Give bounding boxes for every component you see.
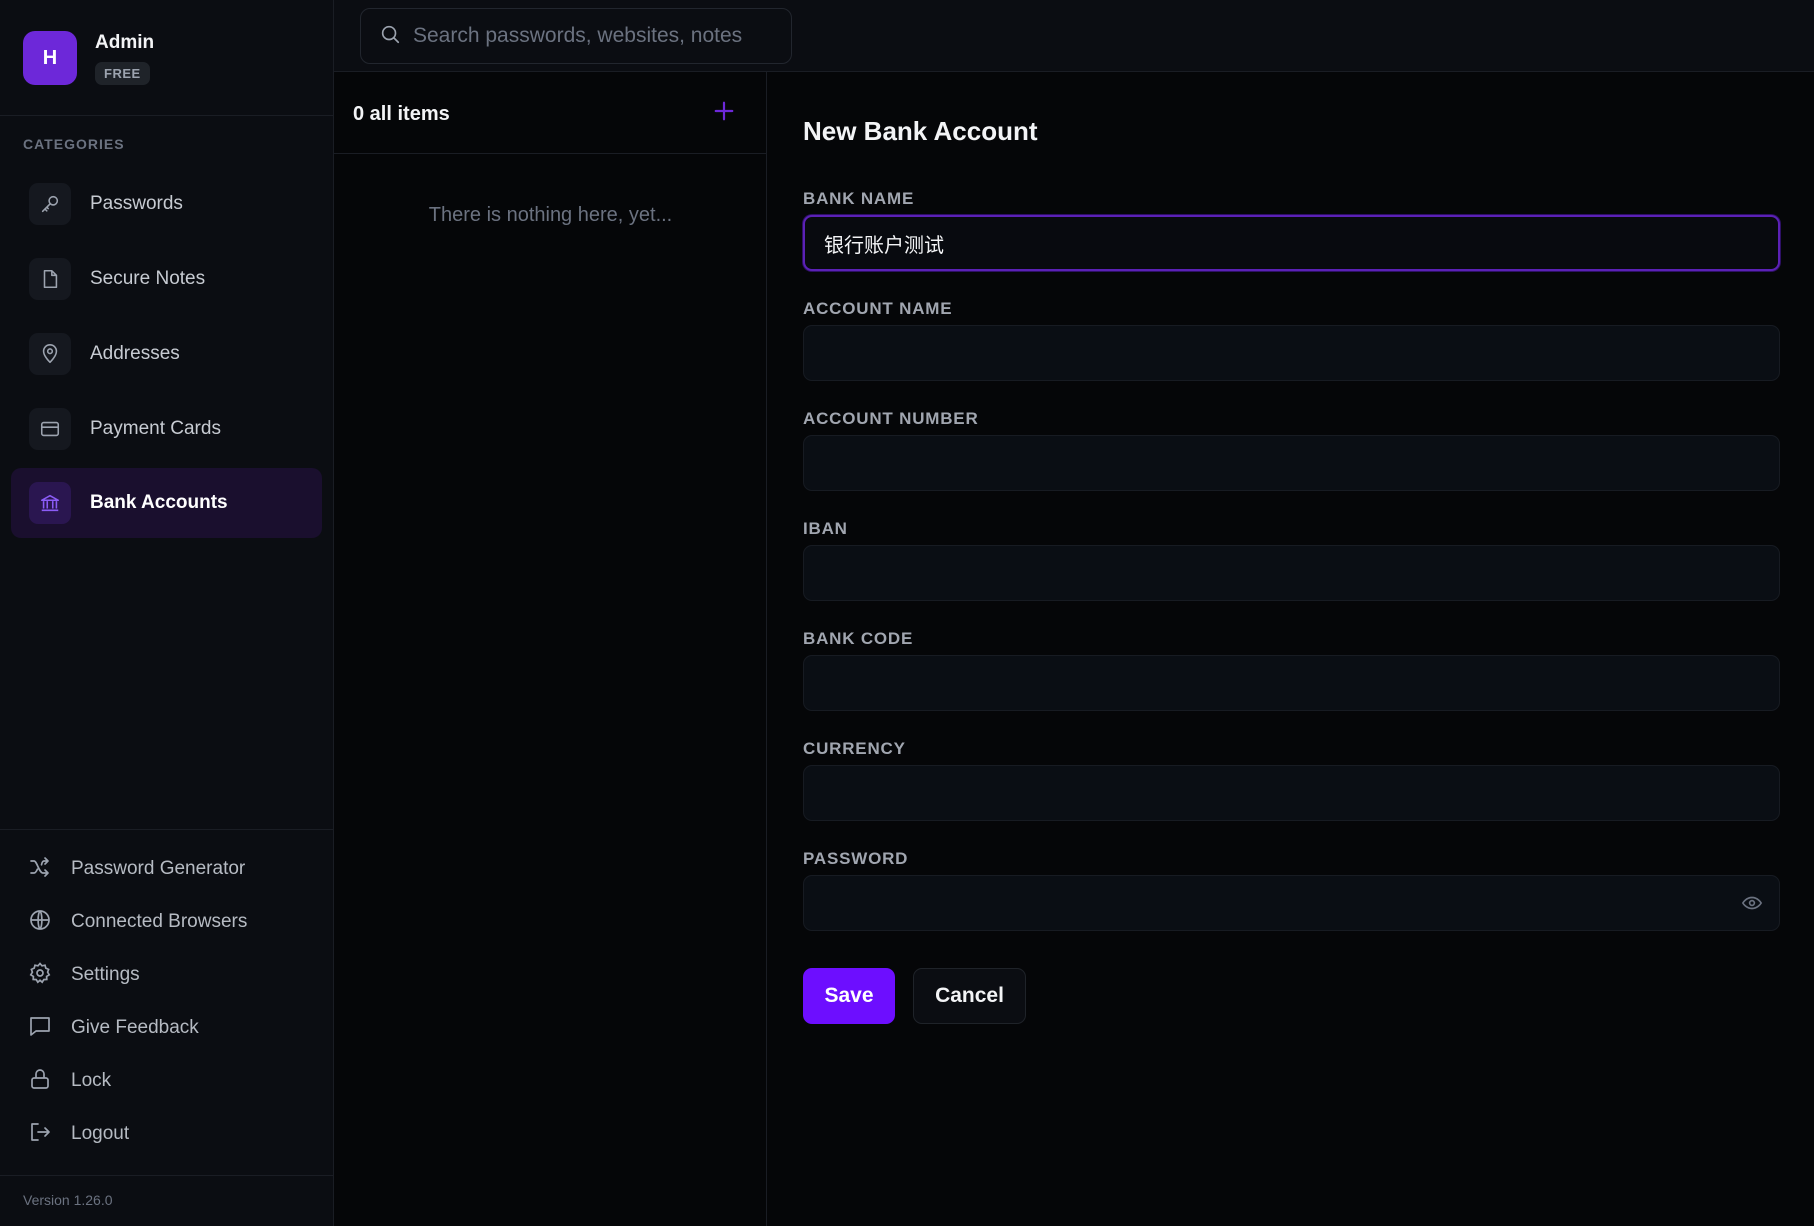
version-label: Version 1.26.0 (23, 1192, 113, 1208)
sidebar-item-give-feedback[interactable]: Give Feedback (28, 1012, 199, 1044)
account-number-label: ACCOUNT NUMBER (803, 409, 979, 428)
sidebar-item-label: Secure Notes (90, 268, 206, 289)
form-title: New Bank Account (803, 116, 1038, 146)
sidebar-item-logout[interactable]: Logout (28, 1118, 129, 1150)
sidebar-item-label: Addresses (90, 343, 180, 364)
sidebar: H Admin FREE CATEGORIES Passwords Secure… (0, 0, 334, 1226)
globe-icon (28, 908, 52, 937)
currency-field[interactable] (803, 765, 1780, 821)
iban-field[interactable] (803, 545, 1780, 601)
eye-icon[interactable] (1741, 892, 1763, 919)
currency-label: CURRENCY (803, 739, 906, 758)
sidebar-item-label: Password Generator (71, 858, 246, 879)
bank-code-label: BANK CODE (803, 629, 914, 648)
account-name-input[interactable] (823, 341, 1723, 365)
profile-info: Admin FREE (95, 32, 154, 85)
items-list-panel: 0 all items There is nothing here, yet..… (334, 72, 767, 1226)
search-box[interactable] (360, 8, 792, 64)
map-pin-icon (29, 333, 71, 375)
message-icon (28, 1014, 52, 1043)
sidebar-item-connected-browsers[interactable]: Connected Browsers (28, 906, 247, 938)
avatar[interactable]: H (23, 31, 77, 85)
sidebar-item-label: Payment Cards (90, 418, 221, 439)
bank-name-label: BANK NAME (803, 189, 915, 208)
note-icon (29, 258, 71, 300)
account-number-field[interactable] (803, 435, 1780, 491)
list-header: 0 all items (334, 72, 766, 154)
sidebar-item-label: Logout (71, 1123, 130, 1144)
sidebar-item-label: Connected Browsers (71, 911, 248, 932)
top-bar (334, 0, 1814, 72)
divider (0, 1175, 334, 1176)
sidebar-item-payment-cards[interactable]: Payment Cards (11, 394, 322, 464)
gear-icon (28, 961, 52, 990)
bank-icon (29, 482, 71, 524)
account-name-label: ACCOUNT NAME (803, 299, 953, 318)
lock-icon (28, 1067, 52, 1096)
shuffle-icon (28, 855, 52, 884)
bank-code-input[interactable] (823, 671, 1723, 695)
account-name-field[interactable] (803, 325, 1780, 381)
password-label: PASSWORD (803, 849, 909, 868)
items-count: 0 all items (353, 103, 450, 125)
save-button[interactable]: Save (803, 968, 895, 1024)
empty-state-text: There is nothing here, yet... (428, 204, 673, 226)
add-item-button[interactable] (710, 99, 738, 127)
iban-input[interactable] (823, 561, 1723, 585)
search-icon (379, 23, 401, 50)
profile[interactable]: H Admin FREE (23, 31, 154, 85)
sidebar-item-label: Passwords (90, 193, 183, 214)
cancel-button[interactable]: Cancel (913, 968, 1026, 1024)
iban-label: IBAN (803, 519, 848, 538)
bank-name-input[interactable] (824, 231, 1724, 255)
sidebar-item-bank-accounts[interactable]: Bank Accounts (11, 468, 322, 538)
sidebar-item-label: Bank Accounts (90, 492, 228, 513)
sidebar-item-label: Settings (71, 964, 140, 985)
credit-card-icon (29, 408, 71, 450)
password-input[interactable] (823, 891, 1723, 915)
sidebar-item-lock[interactable]: Lock (28, 1065, 111, 1097)
sidebar-item-settings[interactable]: Settings (28, 959, 140, 991)
profile-name: Admin (95, 31, 155, 53)
sidebar-item-addresses[interactable]: Addresses (11, 319, 322, 389)
bank-code-field[interactable] (803, 655, 1780, 711)
sidebar-item-label: Give Feedback (71, 1017, 199, 1038)
bank-name-field[interactable] (803, 215, 1780, 271)
sidebar-item-label: Lock (71, 1070, 112, 1091)
currency-input[interactable] (823, 781, 1723, 805)
key-icon (29, 183, 71, 225)
logout-icon (28, 1120, 52, 1149)
sidebar-item-secure-notes[interactable]: Secure Notes (11, 244, 322, 314)
sidebar-item-passwords[interactable]: Passwords (11, 169, 322, 239)
account-number-input[interactable] (823, 451, 1723, 475)
categories-heading: CATEGORIES (23, 136, 125, 152)
plus-icon (713, 100, 735, 127)
plan-badge: FREE (95, 61, 150, 85)
divider (0, 115, 334, 116)
search-input[interactable] (413, 24, 773, 48)
sidebar-item-password-generator[interactable]: Password Generator (28, 853, 245, 885)
divider (0, 829, 334, 830)
password-field[interactable] (803, 875, 1780, 931)
